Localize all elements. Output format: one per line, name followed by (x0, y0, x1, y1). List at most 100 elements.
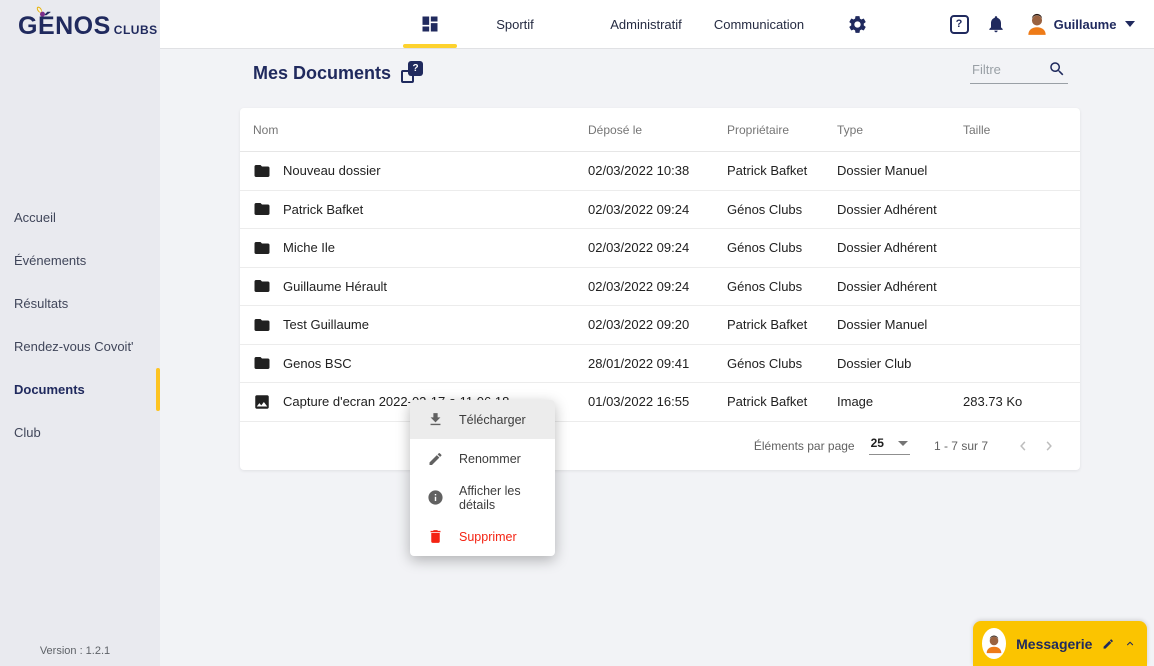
table-row[interactable]: Guillaume Hérault 02/03/2022 09:24 Génos… (240, 268, 1080, 307)
folder-icon (253, 200, 271, 218)
app-logo[interactable]: GÉNOSCLUBS (18, 12, 158, 41)
sidebar-item[interactable]: Événements (0, 239, 160, 282)
table-row[interactable]: Miche Ile 02/03/2022 09:24 Génos Clubs D… (240, 229, 1080, 268)
pencil-icon (427, 451, 444, 467)
cell-type: Image (837, 394, 963, 409)
active-tab-underline (403, 44, 457, 48)
table-header-row: Nom Déposé le Propriétaire Type Taille (240, 108, 1080, 152)
messenger-label: Messagerie (1016, 636, 1092, 652)
page-title-row: Mes Documents ? (253, 63, 423, 84)
compose-icon[interactable] (1102, 636, 1114, 652)
gear-icon (847, 14, 868, 35)
title-help-button[interactable]: ? (401, 61, 423, 83)
column-header: Type (837, 123, 963, 137)
folder-icon (253, 277, 271, 295)
menu-item-label: Supprimer (459, 530, 517, 544)
cell-date: 02/03/2022 09:24 (588, 202, 727, 217)
cell-type: Dossier Manuel (837, 163, 963, 178)
cell-type: Dossier Adhérent (837, 240, 963, 255)
menu-item-delete[interactable]: Supprimer (410, 517, 555, 556)
sidebar-item-label: Événements (14, 253, 86, 268)
logo-title: GÉNOS (18, 12, 111, 40)
sidebar-item[interactable]: Rendez-vous Covoit' (0, 325, 160, 368)
chevron-right-icon (1040, 437, 1058, 455)
user-menu[interactable]: Guillaume (1054, 0, 1116, 48)
menu-item-rename[interactable]: Renommer (410, 439, 555, 478)
notifications-button[interactable] (982, 0, 1010, 48)
filter-box (970, 56, 1068, 84)
cell-type: Dossier Manuel (837, 317, 963, 332)
document-name: Miche Ile (283, 240, 335, 255)
sidebar-item[interactable]: Documents (0, 368, 160, 411)
next-page-button[interactable] (1036, 433, 1062, 459)
tab-communication[interactable]: Communication (704, 0, 814, 48)
sidebar-nav: Accueil Événements Résultats Rendez-vous… (0, 196, 160, 454)
caret-down-icon (1125, 21, 1135, 27)
menu-item-label: Afficher les détails (459, 484, 555, 512)
search-icon[interactable] (1048, 60, 1066, 78)
topbar: Sportif Administratif Communication ? Gu… (160, 0, 1154, 48)
cell-owner: Génos Clubs (727, 279, 837, 294)
tab-sportif[interactable]: Sportif (482, 0, 548, 48)
sidebar-item[interactable]: Club (0, 411, 160, 454)
items-per-page-value: 25 (871, 436, 884, 450)
messenger-bar[interactable]: Messagerie (973, 621, 1147, 666)
items-per-page-select[interactable]: 25 (869, 436, 910, 455)
table-row[interactable]: Capture d'ecran 2022-02-17 a 11.06.18 01… (240, 383, 1080, 422)
help-button[interactable]: ? (946, 0, 972, 48)
user-menu-toggle[interactable] (1122, 0, 1138, 48)
document-name: Nouveau dossier (283, 163, 381, 178)
main-content: Mes Documents ? Nom Déposé le Propriétai… (160, 48, 1154, 666)
document-name: Test Guillaume (283, 317, 369, 332)
logo-subtitle: CLUBS (114, 23, 158, 37)
cell-type: Dossier Club (837, 356, 963, 371)
sidebar: GÉNOSCLUBS Accueil Événements Résultats … (0, 0, 160, 666)
items-per-page-label: Éléments par page (754, 439, 855, 453)
cell-name: Patrick Bafket (253, 200, 588, 218)
cell-name: Genos BSC (253, 354, 588, 372)
cell-date: 02/03/2022 09:24 (588, 279, 727, 294)
sidebar-item[interactable]: Résultats (0, 282, 160, 325)
cell-owner: Patrick Bafket (727, 394, 837, 409)
context-menu: Télécharger Renommer Afficher les détail… (410, 400, 555, 556)
menu-item-details[interactable]: Afficher les détails (410, 478, 555, 517)
image-icon (253, 393, 271, 411)
table-row[interactable]: Nouveau dossier 02/03/2022 10:38 Patrick… (240, 152, 1080, 191)
tab-administratif[interactable]: Administratif (606, 0, 686, 48)
table-body: Nouveau dossier 02/03/2022 10:38 Patrick… (240, 152, 1080, 422)
cell-owner: Génos Clubs (727, 240, 837, 255)
column-header: Propriétaire (727, 123, 837, 137)
cell-owner: Patrick Bafket (727, 163, 837, 178)
cell-name: Nouveau dossier (253, 162, 588, 180)
column-header: Taille (963, 123, 1080, 137)
documents-table: Nom Déposé le Propriétaire Type Taille (240, 108, 1080, 470)
page-range-label: 1 - 7 sur 7 (934, 439, 988, 453)
user-avatar[interactable] (1022, 0, 1052, 48)
cell-owner: Patrick Bafket (727, 317, 837, 332)
chevron-up-icon[interactable] (1125, 637, 1135, 650)
table-row[interactable]: Test Guillaume 02/03/2022 09:20 Patrick … (240, 306, 1080, 345)
tab-dashboard[interactable] (403, 0, 457, 48)
document-name: Genos BSC (283, 356, 352, 371)
cell-date: 02/03/2022 09:20 (588, 317, 727, 332)
cell-name: Guillaume Hérault (253, 277, 588, 295)
bell-icon (986, 14, 1006, 34)
folder-icon (253, 316, 271, 334)
table-row[interactable]: Patrick Bafket 02/03/2022 09:24 Génos Cl… (240, 191, 1080, 230)
column-header: Déposé le (588, 123, 727, 137)
previous-page-button[interactable] (1010, 433, 1036, 459)
cell-size: 283.73 Ko (963, 394, 1080, 409)
user-name: Guillaume (1054, 17, 1117, 32)
column-header: Nom (253, 123, 588, 137)
sidebar-item[interactable]: Accueil (0, 196, 160, 239)
settings-button[interactable] (842, 0, 872, 48)
document-name: Patrick Bafket (283, 202, 363, 217)
messenger-avatar (982, 628, 1006, 659)
sidebar-item-label: Documents (14, 382, 85, 397)
menu-item-download[interactable]: Télécharger (410, 400, 555, 439)
sidebar-item-label: Rendez-vous Covoit' (14, 339, 134, 354)
download-icon (427, 411, 444, 428)
table-row[interactable]: Genos BSC 28/01/2022 09:41 Génos Clubs D… (240, 345, 1080, 384)
help-icon: ? (408, 61, 423, 76)
dashboard-icon (420, 14, 440, 34)
